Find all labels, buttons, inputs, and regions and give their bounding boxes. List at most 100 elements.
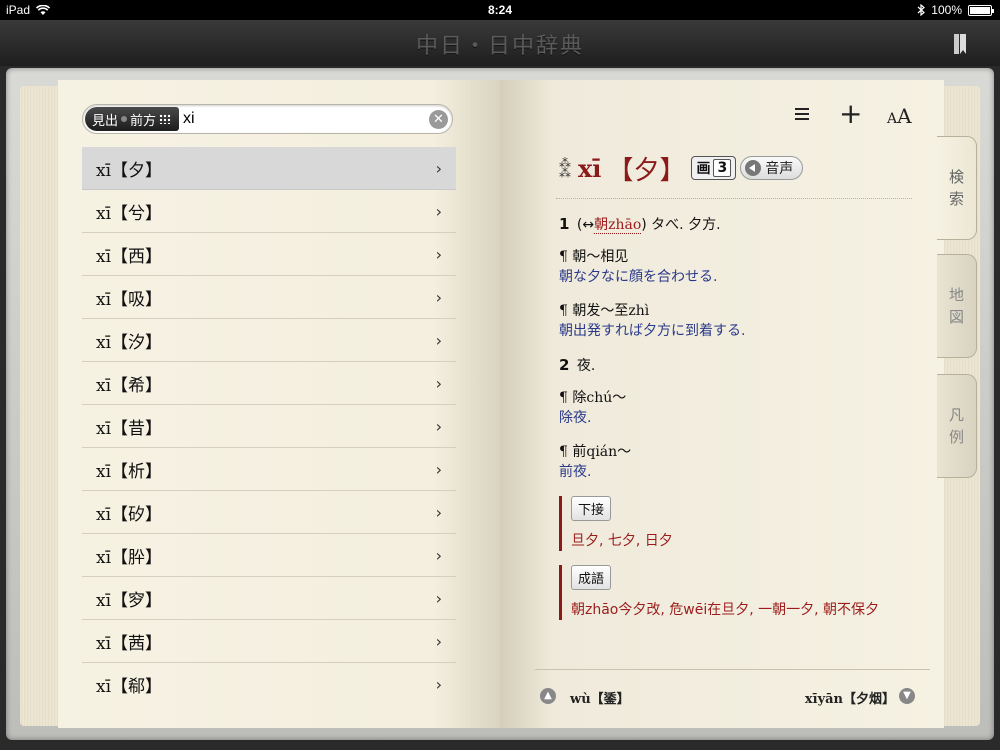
bookmark-icon[interactable] xyxy=(954,34,966,54)
result-label: xī【汐】 xyxy=(96,332,163,353)
result-row[interactable]: xī【希】 › xyxy=(82,362,456,405)
example-chinese: ¶ 前qián～ xyxy=(559,444,632,460)
result-label: xī【析】 xyxy=(96,461,163,482)
stroke-count: 3 xyxy=(713,159,732,177)
chevron-right-icon: › xyxy=(435,288,442,307)
result-row[interactable]: xī【析】 › xyxy=(82,448,456,491)
example: ¶ 前qián～ 前夜. xyxy=(559,442,919,482)
result-row[interactable]: xī【吸】 › xyxy=(82,276,456,319)
mode-prefix-label: 前方 xyxy=(130,113,157,129)
result-label: xī【兮】 xyxy=(96,203,163,224)
result-row[interactable]: xī【肸】 › xyxy=(82,534,456,577)
mode-headword-label: 見出 xyxy=(92,113,119,129)
result-label: xī【昔】 xyxy=(96,418,163,439)
chevron-right-icon: › xyxy=(435,632,442,651)
result-row[interactable]: xī【茜】 › xyxy=(82,620,456,663)
grid-icon xyxy=(159,114,172,124)
example-chinese: ¶ 朝发～至zhì xyxy=(559,303,650,319)
sense-2: 2 夜. xyxy=(559,355,919,376)
menu-icon[interactable] xyxy=(793,105,811,123)
arrow-up-icon[interactable]: ▲ xyxy=(540,688,556,704)
chevron-right-icon: › xyxy=(435,460,442,479)
entry-heading: ⁂ ⁂ xī 【夕】 画 3 音声 xyxy=(558,150,804,186)
chevron-right-icon: › xyxy=(435,503,442,522)
result-label: xī【希】 xyxy=(96,375,163,396)
chevron-right-icon: › xyxy=(435,374,442,393)
result-row[interactable]: xī【汐】 › xyxy=(82,319,456,362)
search-box: 見出 前方 ✕ xyxy=(82,104,453,134)
status-bar: iPad 8:24 100% xyxy=(0,0,1000,20)
tab-label: 検 xyxy=(948,168,964,186)
example-chinese: ¶ 除chú～ xyxy=(559,390,627,406)
example: ¶ 朝发～至zhì 朝出発すれば夕方に到着する. xyxy=(559,301,919,341)
sense-number: 1 xyxy=(559,215,570,233)
result-row[interactable]: xī【昔】 › xyxy=(82,405,456,448)
stroke-label: 画 xyxy=(696,161,711,177)
stroke-count-badge: 画 3 xyxy=(691,156,737,180)
example-japanese: 朝な夕なに顔を合わせる. xyxy=(559,269,718,285)
result-label: xī【茜】 xyxy=(96,633,163,654)
chevron-right-icon: › xyxy=(435,159,442,178)
bluetooth-icon xyxy=(917,4,926,16)
font-size-icon[interactable]: AA xyxy=(887,104,912,128)
chevron-right-icon: › xyxy=(435,202,442,221)
compounds-label: 下接 xyxy=(571,496,612,521)
result-label: xī【吸】 xyxy=(96,289,163,310)
previous-entry-link[interactable]: wù【鋈】 xyxy=(570,688,630,707)
result-row[interactable]: xī【兮】 › xyxy=(82,190,456,233)
cross-ref-link[interactable]: 朝zhāo xyxy=(594,217,642,234)
audio-label: 音声 xyxy=(765,161,794,177)
battery-icon xyxy=(968,4,994,16)
result-label: xī【夕】 xyxy=(96,160,163,181)
sense-text: (↔ xyxy=(576,217,595,233)
example-japanese: 前夜. xyxy=(559,464,592,480)
tab-label: 凡 xyxy=(948,406,964,424)
result-label: xī【穸】 xyxy=(96,590,163,611)
tab-legend[interactable]: 凡 例 xyxy=(937,374,977,478)
chevron-right-icon: › xyxy=(435,245,442,264)
tab-search[interactable]: 検 索 xyxy=(937,136,977,240)
divider xyxy=(556,198,912,199)
search-input[interactable] xyxy=(183,108,413,130)
entry-body: 1 (↔朝zhāo) タべ. 夕方. ¶ 朝～相见 朝な夕なに顔を合わせる. ¶… xyxy=(559,214,919,626)
footer-divider xyxy=(535,669,930,670)
example: ¶ 除chú～ 除夜. xyxy=(559,388,919,428)
example-japanese: 朝出発すれば夕方に到着する. xyxy=(559,323,746,339)
example: ¶ 朝～相见 朝な夕なに顔を合わせる. xyxy=(559,247,919,287)
clear-icon[interactable]: ✕ xyxy=(429,110,448,129)
app-title: 中日・日中辞典 xyxy=(415,34,584,59)
tab-map[interactable]: 地 図 xyxy=(937,254,977,358)
result-row[interactable]: xī【矽】 › xyxy=(82,491,456,534)
chevron-right-icon: › xyxy=(435,331,442,350)
audio-button[interactable]: 音声 xyxy=(740,156,804,180)
result-row[interactable]: xī【西】 › xyxy=(82,233,456,276)
sense-number: 2 xyxy=(559,356,570,374)
chevron-right-icon: › xyxy=(435,546,442,565)
add-icon[interactable]: + xyxy=(839,100,862,128)
result-row[interactable]: xī【郗】 › xyxy=(82,663,456,706)
example-chinese: ¶ 朝～相见 xyxy=(559,249,629,265)
sense-text: ) タべ. 夕方. xyxy=(641,217,721,233)
compounds-links[interactable]: 旦夕, 七夕, 日夕 xyxy=(571,531,919,551)
idioms-section: 成語 朝zhāo今夕改, 危wēi在旦夕, 一朝一夕, 朝不保夕 xyxy=(559,565,919,620)
arrow-down-icon[interactable]: ▼ xyxy=(899,688,915,704)
tab-label: 地 xyxy=(948,286,964,304)
page-edge-left xyxy=(20,86,60,726)
result-row[interactable]: xī【夕】 › xyxy=(82,147,456,190)
idioms-links[interactable]: 朝zhāo今夕改, 危wēi在旦夕, 一朝一夕, 朝不保夕 xyxy=(571,600,919,620)
search-mode-selector[interactable]: 見出 前方 xyxy=(85,107,179,131)
next-entry-link[interactable]: xīyān【夕烟】 xyxy=(805,688,895,707)
chevron-right-icon: › xyxy=(435,589,442,608)
idioms-label: 成語 xyxy=(571,565,612,590)
compounds-section: 下接 旦夕, 七夕, 日夕 xyxy=(559,496,919,551)
chevron-right-icon: › xyxy=(435,675,442,694)
importance-star-icon: ⁂ ⁂ xyxy=(559,156,571,180)
result-list: xī【夕】 › xī【兮】 › xī【西】 › xī【吸】 › xī【汐】 › xī【希】… xyxy=(82,147,456,706)
title-bar: 中日・日中辞典 xyxy=(0,20,1000,66)
example-japanese: 除夜. xyxy=(559,410,592,426)
entry-kanji: 【夕】 xyxy=(607,155,686,186)
result-row[interactable]: xī【穸】 › xyxy=(82,577,456,620)
tab-label: 索 xyxy=(948,190,964,208)
sense-text: 夜. xyxy=(576,358,596,374)
mode-dot-icon xyxy=(121,116,128,122)
